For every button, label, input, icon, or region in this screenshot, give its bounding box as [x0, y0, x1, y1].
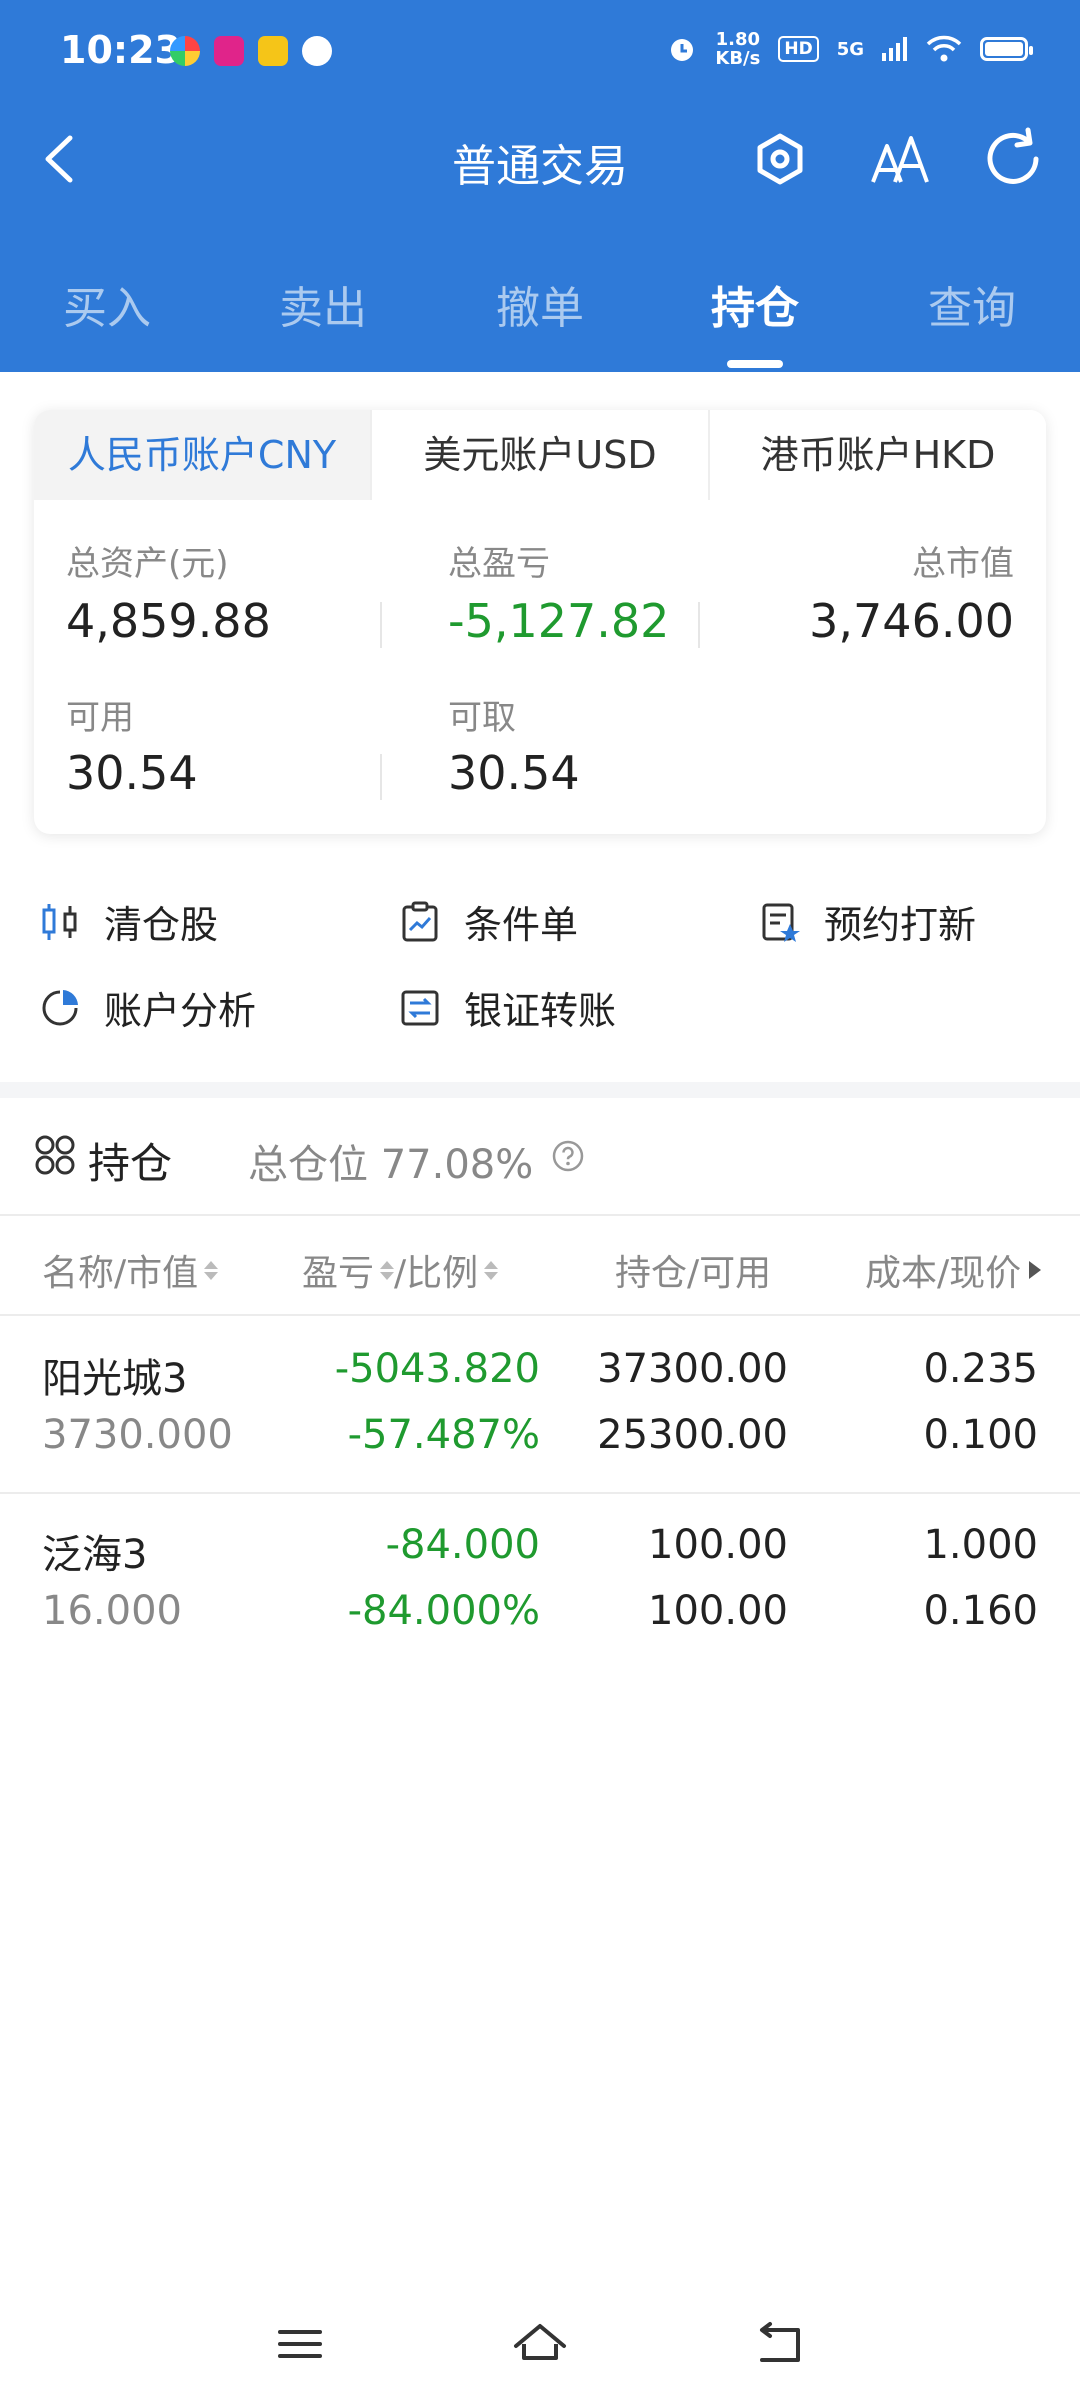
stock-hold: 100.00	[648, 1522, 788, 1568]
stock-market-value: 3730.000	[42, 1412, 233, 1458]
account-analysis-button[interactable]: 账户分析	[38, 980, 256, 1035]
stock-available: 25300.00	[597, 1412, 788, 1458]
withdrawable-label: 可取	[448, 698, 516, 738]
signal-icon	[882, 37, 907, 61]
stock-pl-ratio: -57.487%	[347, 1412, 540, 1458]
table-row[interactable]: 阳光城3 3730.000 -5043.820 -57.487% 37300.0…	[0, 1314, 1080, 1494]
sort-icon	[204, 1260, 219, 1280]
hd-badge: HD	[778, 36, 819, 62]
divider	[380, 754, 382, 800]
market-value-label: 总市值	[912, 544, 1014, 584]
stock-available: 100.00	[648, 1588, 788, 1634]
table-header: 名称/市值 盈亏 /比例 持仓/可用 成本/现价	[0, 1216, 1080, 1316]
positions-header: 持仓 总仓位 77.08%	[0, 1098, 1080, 1216]
trade-tabs: 买入 卖出 撤单 持仓 查询	[0, 250, 1080, 372]
col-hold-available: 持仓/可用	[615, 1253, 772, 1294]
total-pl-label: 总盈亏	[448, 544, 550, 584]
status-right: 1.80 KB/s HD 5G	[667, 29, 1033, 69]
account-tab-hkd[interactable]: 港币账户HKD	[708, 410, 1046, 500]
active-tab-indicator	[727, 360, 783, 368]
font-size-icon[interactable]	[865, 124, 935, 194]
col-name-value[interactable]: 名称/市值	[42, 1244, 219, 1296]
total-assets-label: 总资产(元)	[66, 544, 229, 584]
bank-transfer-button[interactable]: 银证转账	[398, 980, 616, 1035]
refresh-icon[interactable]	[978, 124, 1048, 194]
withdrawable-value: 30.54	[448, 746, 580, 800]
tab-query[interactable]: 查询	[872, 272, 1072, 336]
col-pl-ratio[interactable]: 盈亏 /比例	[302, 1244, 499, 1296]
network-speed: 1.80 KB/s	[715, 29, 761, 69]
candlestick-icon	[42, 903, 77, 940]
wifi-icon	[926, 35, 962, 62]
stock-pl: -5043.820	[334, 1346, 540, 1392]
help-icon[interactable]	[552, 1140, 584, 1172]
ipo-reserve-button[interactable]: 预约打新	[758, 894, 976, 949]
stock-pl-ratio: -84.000%	[347, 1588, 540, 1634]
clipboard-chart-icon	[402, 901, 438, 941]
transfer-icon	[401, 990, 439, 1025]
stock-cost: 0.235	[923, 1346, 1038, 1392]
menu-icon[interactable]	[272, 2316, 328, 2372]
stock-hold: 37300.00	[597, 1346, 788, 1392]
conditional-order-button[interactable]: 条件单	[398, 894, 578, 949]
caret-right-icon	[1029, 1261, 1042, 1279]
market-value: 3,746.00	[809, 594, 1014, 648]
stock-price: 0.100	[923, 1412, 1038, 1458]
system-nav-bar	[0, 2290, 1080, 2400]
stock-cost: 1.000	[923, 1522, 1038, 1568]
home-icon[interactable]	[510, 2314, 570, 2374]
total-position-ratio: 总仓位 77.08%	[248, 1142, 534, 1188]
app-notification-icon	[170, 36, 200, 66]
sort-icon	[484, 1260, 499, 1280]
nav-bar: 普通交易	[0, 110, 1080, 210]
app-notification-icon	[258, 36, 288, 66]
stock-market-value: 16.000	[42, 1588, 182, 1634]
signal-label: 5G	[836, 38, 864, 60]
alarm-icon	[671, 39, 694, 61]
available-label: 可用	[66, 698, 134, 738]
stock-name: 泛海3	[42, 1532, 148, 1578]
app-notification-icon	[302, 36, 332, 66]
col-cost-price[interactable]: 成本/现价	[865, 1244, 1042, 1296]
app-notification-icon	[214, 36, 244, 66]
tab-sell[interactable]: 卖出	[223, 272, 423, 336]
settings-icon[interactable]	[745, 124, 815, 194]
total-pl-value: -5,127.82	[448, 594, 670, 648]
divider	[380, 602, 382, 648]
divider	[698, 602, 700, 648]
sort-icon	[380, 1260, 395, 1280]
tab-cancel[interactable]: 撤单	[440, 272, 640, 336]
account-tabs: 人民币账户CNY 美元账户USD 港币账户HKD	[34, 410, 1046, 500]
status-time: 10:23	[60, 28, 181, 72]
account-tab-usd[interactable]: 美元账户USD	[370, 410, 708, 500]
available-value: 30.54	[66, 746, 198, 800]
back-nav-icon[interactable]	[752, 2316, 808, 2372]
stock-price: 0.160	[923, 1588, 1038, 1634]
app-header: 10:23 1.80 KB/s HD 5G 普通交易 买入 卖出 撤单 持仓 查…	[0, 0, 1080, 372]
stock-pl: -84.000	[385, 1522, 540, 1568]
battery-icon	[980, 37, 1033, 61]
table-row[interactable]: 泛海3 16.000 -84.000 -84.000% 100.00 100.0…	[0, 1492, 1080, 1670]
ipo-star-icon	[762, 903, 800, 942]
tab-buy[interactable]: 买入	[7, 272, 207, 336]
clear-stock-button[interactable]: 清仓股	[38, 894, 218, 949]
status-bar: 10:23 1.80 KB/s HD 5G	[0, 0, 1080, 110]
grid-icon	[35, 1135, 75, 1175]
section-divider	[0, 1082, 1080, 1098]
total-assets-value: 4,859.88	[66, 594, 271, 648]
stock-name: 阳光城3	[42, 1356, 188, 1402]
notification-icons	[170, 36, 332, 66]
account-tab-cny[interactable]: 人民币账户CNY	[34, 410, 370, 500]
tab-positions[interactable]: 持仓	[655, 272, 855, 336]
account-card: 人民币账户CNY 美元账户USD 港币账户HKD 总资产(元) 4,859.88…	[34, 410, 1046, 834]
pie-chart-icon	[42, 989, 78, 1025]
positions-title: 持仓	[88, 1139, 173, 1188]
